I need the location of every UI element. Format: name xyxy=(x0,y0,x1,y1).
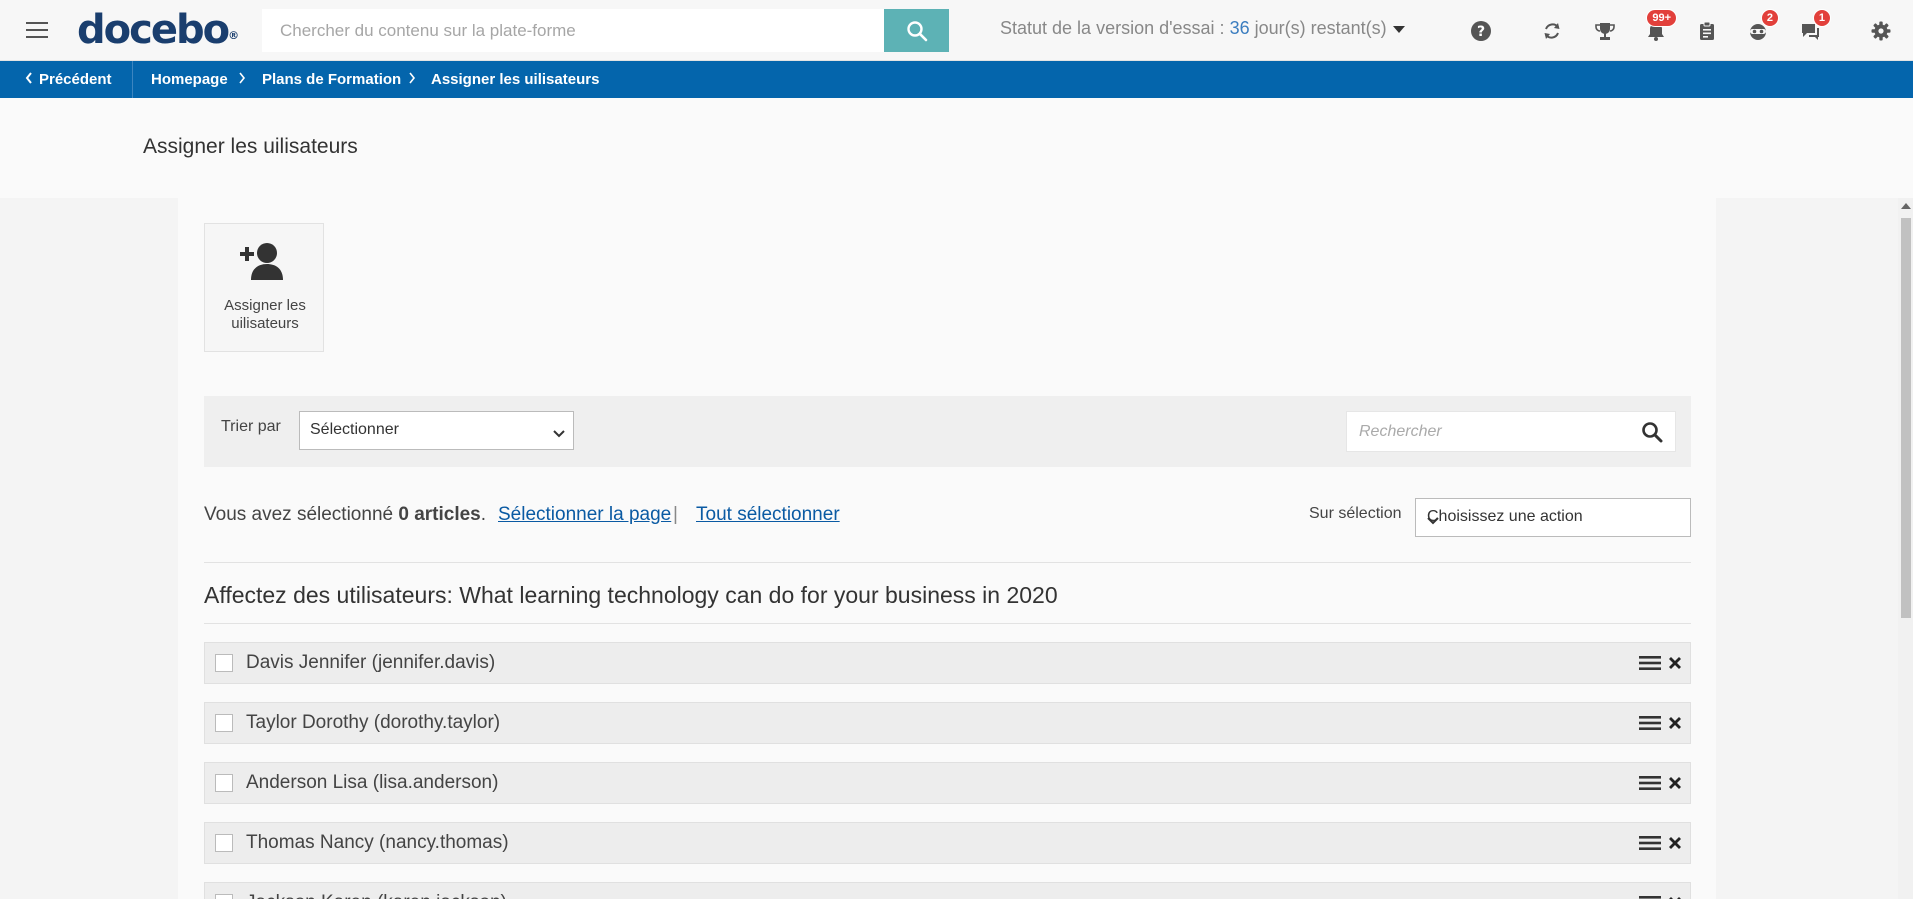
row-checkbox[interactable] xyxy=(215,774,233,792)
help-icon[interactable]: ? xyxy=(1466,16,1496,46)
add-user-icon xyxy=(237,240,289,291)
assign-users-button[interactable]: Assigner les uilisateurs xyxy=(204,223,324,352)
trial-suffix: jour(s) restant(s) xyxy=(1254,18,1387,38)
user-name: Jackson Karen (karen.jackson) xyxy=(246,892,507,899)
list-search-input[interactable] xyxy=(1347,412,1627,451)
trial-days: 36 xyxy=(1229,18,1250,38)
select-page-link[interactable]: Sélectionner la page xyxy=(498,504,671,526)
remove-x-icon[interactable] xyxy=(1668,893,1682,899)
sort-select-value: Sélectionner xyxy=(310,421,399,438)
chevron-right-icon xyxy=(238,71,246,88)
selection-summary: Vous avez sélectionné 0 articles. xyxy=(204,504,487,525)
selection-count: 0 articles xyxy=(398,504,481,525)
drag-handle-icon[interactable] xyxy=(1639,655,1661,676)
remove-x-icon[interactable] xyxy=(1668,773,1682,798)
link-separator: | xyxy=(673,504,678,525)
chevron-down-icon xyxy=(553,425,565,443)
content-panel: Assigner les uilisateurs Trier par Sélec… xyxy=(178,198,1716,899)
chevron-left-icon xyxy=(25,71,33,88)
sort-label: Trier par xyxy=(221,418,281,435)
trophy-icon[interactable] xyxy=(1590,16,1620,46)
row-checkbox[interactable] xyxy=(215,654,233,672)
chevron-down-icon xyxy=(1427,512,1682,530)
user-name: Davis Jennifer (jennifer.davis) xyxy=(246,652,496,673)
divider xyxy=(204,562,1691,563)
page-title: Assigner les uilisateurs xyxy=(143,135,358,158)
docebo-logo[interactable]: docebo® xyxy=(77,4,262,56)
gamification-badge: 2 xyxy=(1760,9,1779,27)
svg-text:?: ? xyxy=(1477,24,1485,40)
user-row[interactable]: Davis Jennifer (jennifer.davis) xyxy=(204,642,1691,684)
platform-search-button[interactable] xyxy=(884,9,949,52)
messages-badge: 1 xyxy=(1812,9,1831,27)
notifications-badge: 99+ xyxy=(1646,9,1677,27)
back-link[interactable]: Précédent xyxy=(25,71,112,88)
row-checkbox[interactable] xyxy=(215,714,233,732)
row-checkbox[interactable] xyxy=(215,834,233,852)
select-all-link[interactable]: Tout sélectionner xyxy=(696,504,840,526)
remove-x-icon[interactable] xyxy=(1668,713,1682,738)
sort-select[interactable]: Sélectionner xyxy=(299,411,574,450)
user-name: Thomas Nancy (nancy.thomas) xyxy=(246,832,509,853)
bulk-action-select[interactable]: Choisissez une action xyxy=(1415,498,1691,537)
drag-handle-icon[interactable] xyxy=(1639,835,1661,856)
user-row[interactable]: Taylor Dorothy (dorothy.taylor) xyxy=(204,702,1691,744)
user-row[interactable]: Anderson Lisa (lisa.anderson) xyxy=(204,762,1691,804)
user-row[interactable]: Jackson Karen (karen.jackson) xyxy=(204,882,1691,899)
breadcrumb-divider xyxy=(132,61,133,98)
user-name: Anderson Lisa (lisa.anderson) xyxy=(246,772,499,793)
selection-row: Vous avez sélectionné 0 articles. Sélect… xyxy=(204,498,1691,538)
scrollbar-thumb[interactable] xyxy=(1901,218,1911,618)
caret-down-icon xyxy=(1392,25,1405,33)
drag-handle-icon[interactable] xyxy=(1639,715,1661,736)
user-name: Taylor Dorothy (dorothy.taylor) xyxy=(246,712,501,733)
scroll-up-arrow-icon[interactable] xyxy=(1901,203,1911,209)
breadcrumb-homepage[interactable]: Homepage xyxy=(151,71,228,88)
on-selection-label: Sur sélection xyxy=(1309,505,1402,522)
page-header: Assigner les uilisateurs xyxy=(0,98,1913,198)
chevron-right-icon xyxy=(408,71,416,88)
drag-handle-icon[interactable] xyxy=(1639,895,1661,899)
assign-users-label-line2: uilisateurs xyxy=(231,315,299,332)
top-bar: docebo® Statut de la version d'essai : 3… xyxy=(0,0,1913,61)
messages-chat-icon[interactable]: 1 xyxy=(1795,9,1831,46)
search-icon[interactable] xyxy=(1641,421,1663,448)
trial-label: Statut de la version d'essai : xyxy=(1000,18,1225,38)
platform-search-input[interactable] xyxy=(262,9,884,52)
sync-icon[interactable] xyxy=(1537,16,1567,46)
clipboard-icon[interactable] xyxy=(1692,16,1722,46)
gamification-icon[interactable]: 2 xyxy=(1743,9,1779,46)
settings-gear-icon[interactable] xyxy=(1866,16,1896,46)
scrollbar[interactable] xyxy=(1898,198,1913,899)
search-icon xyxy=(906,20,927,41)
breadcrumb-current: Assigner les uilisateurs xyxy=(431,71,600,88)
drag-handle-icon[interactable] xyxy=(1639,775,1661,796)
breadcrumb: Précédent Homepage Plans de Formation As… xyxy=(0,61,1913,98)
notifications-bell-icon[interactable]: 99+ xyxy=(1641,9,1677,46)
divider xyxy=(204,623,1691,624)
remove-x-icon[interactable] xyxy=(1668,833,1682,858)
breadcrumb-learning-plans[interactable]: Plans de Formation xyxy=(262,71,401,88)
user-row[interactable]: Thomas Nancy (nancy.thomas) xyxy=(204,822,1691,864)
filter-bar: Trier par Sélectionner xyxy=(204,396,1691,467)
assign-users-label-line1: Assigner les xyxy=(224,297,306,314)
list-search xyxy=(1346,411,1676,452)
section-title: Affectez des utilisateurs: What learning… xyxy=(204,582,1058,608)
trial-status-dropdown[interactable]: Statut de la version d'essai : 36 jour(s… xyxy=(1000,18,1405,39)
remove-x-icon[interactable] xyxy=(1668,653,1682,678)
hamburger-menu-icon[interactable] xyxy=(22,17,54,45)
row-checkbox[interactable] xyxy=(215,894,233,899)
